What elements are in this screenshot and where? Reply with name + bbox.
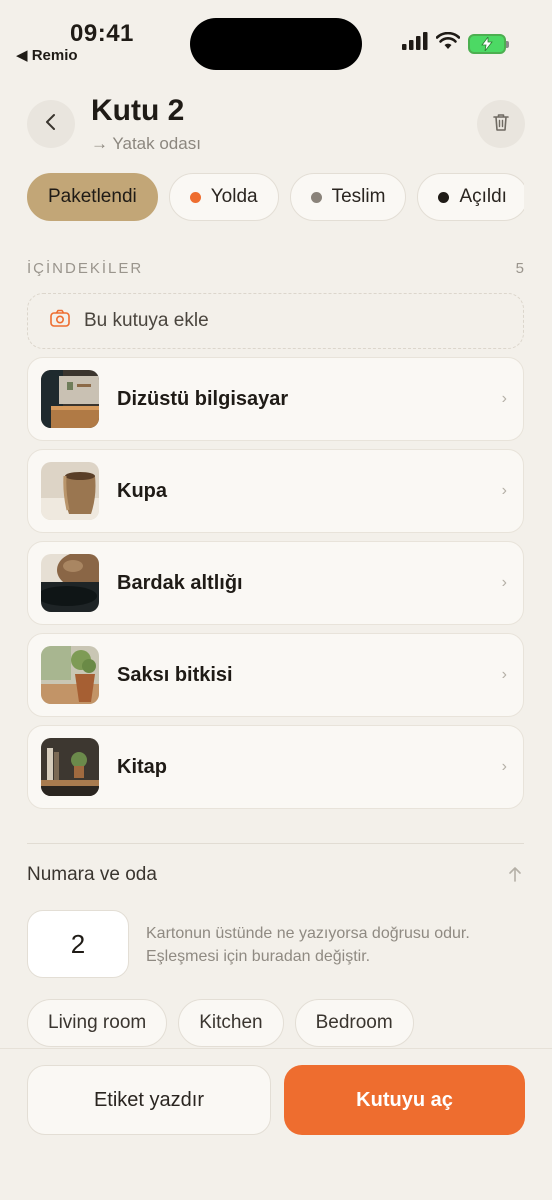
clock: 09:41 [70, 20, 134, 47]
coaster-photo [41, 554, 99, 612]
list-item[interactable]: Bardak altlığı › [27, 541, 524, 625]
status-chip-paketlendi[interactable]: Paketlendi [27, 173, 158, 221]
add-label: Bu kutuya ekle [84, 310, 209, 331]
number-room-title: Numara ve oda [27, 864, 157, 885]
camera-icon [50, 309, 70, 333]
list-item[interactable]: Kupa › [27, 449, 524, 533]
chip-label: Paketlendi [48, 186, 137, 207]
status-chip-yolda[interactable]: Yolda [168, 173, 279, 221]
cellular-signal-icon [402, 32, 428, 55]
status-chip-acildi[interactable]: Açıldı [417, 173, 524, 221]
status-dot-icon [310, 191, 322, 203]
contents-section-label: İÇİNDEKİLER [27, 260, 144, 277]
chevron-left-icon [44, 113, 58, 136]
mug-photo [41, 462, 99, 520]
list-item[interactable]: Kitap › [27, 725, 524, 809]
chip-label: Yolda [210, 186, 258, 207]
room-option-living-room[interactable]: Living room [27, 999, 168, 1047]
dynamic-island [190, 18, 362, 70]
status-bar: 09:41 ◀ Remio [0, 0, 552, 80]
divider [27, 843, 524, 844]
status-chip-teslim[interactable]: Teslim [289, 173, 407, 221]
item-name: Saksı bitkisi [117, 663, 233, 686]
room-options: Living room Kitchen Bedroom [27, 999, 414, 1047]
laptop-photo [41, 370, 99, 428]
contents-count: 5 [515, 260, 524, 277]
status-icons [402, 31, 509, 55]
room-subtitle: → Yatak odası [91, 134, 201, 153]
chip-label: Teslim [331, 186, 386, 207]
room-option-kitchen[interactable]: Kitchen [178, 999, 284, 1047]
chevron-right-icon: › [501, 574, 507, 591]
room-option-bedroom[interactable]: Bedroom [294, 999, 414, 1047]
potted-plant-photo [41, 646, 99, 704]
status-dot-icon [189, 191, 201, 203]
chip-label: Açıldı [459, 186, 507, 207]
item-name: Kitap [117, 755, 167, 778]
trash-icon [492, 112, 510, 137]
chevron-right-icon: › [501, 390, 507, 407]
status-dot-icon [438, 191, 450, 203]
chevron-right-icon: › [501, 482, 507, 499]
item-name: Kupa [117, 479, 167, 502]
battery-charging-icon [468, 33, 509, 54]
box-number-input[interactable]: 2 [27, 910, 129, 978]
status-chip-bar[interactable]: Paketlendi Yolda Teslim Açıldı [27, 173, 524, 221]
list-item[interactable]: Saksı bitkisi › [27, 633, 524, 717]
chevron-right-icon: › [501, 758, 507, 775]
back-button[interactable] [27, 100, 75, 148]
book-photo [41, 738, 99, 796]
item-name: Bardak altlığı [117, 571, 243, 594]
contents-list: Dizüstü bilgisayar › Kupa › Bardak altlı… [27, 357, 524, 817]
open-box-button[interactable]: Kutuyu aç [284, 1065, 525, 1135]
add-to-box-button[interactable]: Bu kutuya ekle [27, 293, 524, 349]
page-title: Kutu 2 [91, 94, 185, 127]
list-item[interactable]: Dizüstü bilgisayar › [27, 357, 524, 441]
delete-button[interactable] [477, 100, 525, 148]
chevron-right-icon: › [501, 666, 507, 683]
back-to-app-link[interactable]: ◀ Remio [16, 46, 78, 64]
print-label-button[interactable]: Etiket yazdır [27, 1065, 271, 1135]
arrow-up-icon[interactable] [508, 866, 522, 887]
wifi-icon [435, 31, 461, 55]
number-hint: Kartonun üstünde ne yazıyorsa doğrusu od… [146, 925, 470, 965]
item-name: Dizüstü bilgisayar [117, 387, 289, 410]
